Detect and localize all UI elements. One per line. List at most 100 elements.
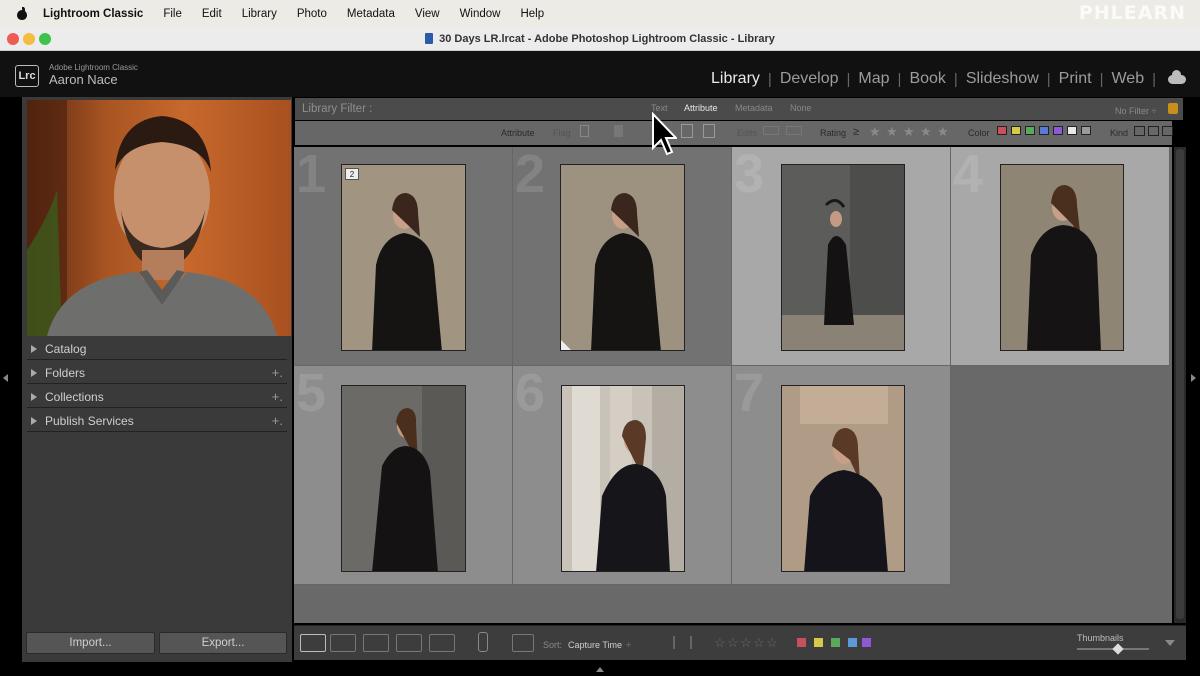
label-purple-swatch[interactable] (862, 638, 871, 647)
rotate-left-icon[interactable] (681, 124, 693, 138)
loupe-view-icon[interactable] (330, 634, 356, 652)
kind-video-icon[interactable] (1162, 126, 1173, 136)
photo-thumbnail[interactable] (781, 385, 905, 572)
toolbar-star-1-icon[interactable]: ☆ (714, 635, 726, 651)
people-view-icon[interactable] (429, 634, 455, 652)
filter-tab-none[interactable]: None (790, 103, 812, 113)
menu-view[interactable]: View (415, 8, 440, 20)
compare-view-icon[interactable] (363, 634, 389, 652)
filter-preset-select[interactable]: No Filter ÷ (1115, 106, 1156, 116)
grid-cell[interactable]: 7 (732, 363, 951, 585)
photo-thumbnail[interactable] (560, 164, 685, 351)
kind-virtual-copy-icon[interactable] (1148, 126, 1159, 136)
module-library[interactable]: Library (703, 70, 768, 88)
right-panel-toggle-icon[interactable] (1191, 374, 1196, 382)
lock-icon[interactable] (1168, 103, 1178, 114)
color-custom-swatch[interactable] (1067, 126, 1077, 135)
color-purple-swatch[interactable] (1053, 126, 1063, 135)
zoom-window-button[interactable] (39, 33, 51, 45)
photo-thumbnail[interactable] (561, 385, 685, 572)
photo-thumbnail[interactable]: 2 (341, 164, 466, 351)
label-blue-swatch[interactable] (848, 638, 857, 647)
flag-reject-icon[interactable] (690, 636, 700, 649)
color-red-swatch[interactable] (997, 126, 1007, 135)
cloud-icon[interactable] (1168, 70, 1186, 84)
add-folder-icon[interactable]: +. (272, 365, 283, 380)
grid-cell[interactable]: 3 (732, 144, 951, 366)
flag-unflagged-icon[interactable] (580, 125, 589, 137)
kind-master-icon[interactable] (1134, 126, 1145, 136)
label-green-swatch[interactable] (831, 638, 840, 647)
rating-star-4-icon[interactable]: ★ (920, 124, 932, 140)
toolbar-star-4-icon[interactable]: ☆ (753, 635, 765, 651)
sort-select[interactable]: Capture Time (568, 640, 622, 650)
edited-filter-icon[interactable] (763, 126, 779, 135)
sort-direction-icon[interactable] (512, 634, 534, 652)
filmstrip-toggle-icon[interactable] (596, 667, 604, 672)
unedited-filter-icon[interactable] (786, 126, 802, 135)
rating-star-3-icon[interactable]: ★ (903, 124, 915, 140)
rating-star-1-icon[interactable]: ★ (869, 124, 881, 140)
grid-cell[interactable]: 6 (513, 363, 732, 585)
minimize-window-button[interactable] (23, 33, 35, 45)
toolbar-star-3-icon[interactable]: ☆ (740, 635, 752, 651)
grid-cell[interactable]: 5 (294, 363, 513, 585)
survey-view-icon[interactable] (396, 634, 422, 652)
label-red-swatch[interactable] (797, 638, 806, 647)
rating-star-5-icon[interactable]: ★ (937, 124, 949, 140)
rating-star-2-icon[interactable]: ★ (886, 124, 898, 140)
filter-tab-metadata[interactable]: Metadata (735, 103, 773, 113)
toolbar-star-5-icon[interactable]: ☆ (766, 635, 778, 651)
stack-count-badge[interactable]: 2 (345, 168, 359, 180)
painter-spray-icon[interactable] (478, 632, 488, 652)
color-yellow-swatch[interactable] (1011, 126, 1021, 135)
photo-thumbnail[interactable] (781, 164, 905, 351)
menu-app-name[interactable]: Lightroom Classic (43, 8, 143, 20)
module-slideshow[interactable]: Slideshow (958, 70, 1047, 88)
close-window-button[interactable] (7, 33, 19, 45)
catalog-section[interactable]: Catalog (27, 338, 287, 360)
menu-file[interactable]: File (163, 8, 182, 20)
module-web[interactable]: Web (1103, 70, 1152, 88)
module-book[interactable]: Book (901, 70, 953, 88)
menu-library[interactable]: Library (242, 8, 277, 20)
collections-section[interactable]: Collections +. (27, 386, 287, 408)
import-button[interactable]: Import... (26, 632, 155, 654)
grid-cell[interactable]: 1 2 (294, 144, 513, 366)
toolbar-menu-chevron-icon[interactable] (1165, 640, 1175, 646)
menu-window[interactable]: Window (460, 8, 501, 20)
module-map[interactable]: Map (850, 70, 897, 88)
grid-cell[interactable]: 2 (513, 144, 732, 366)
flag-pick-icon[interactable] (673, 636, 683, 649)
grid-cell[interactable]: 4 (951, 144, 1170, 366)
apple-icon[interactable] (16, 6, 28, 21)
grid-view-icon[interactable] (300, 634, 326, 652)
module-print[interactable]: Print (1051, 70, 1100, 88)
filter-tab-attribute[interactable]: Attribute (684, 103, 718, 113)
edits-label: Edits (737, 128, 758, 138)
rating-operator[interactable]: ≥ (853, 126, 859, 138)
toolbar-star-2-icon[interactable]: ☆ (727, 635, 739, 651)
menu-edit[interactable]: Edit (202, 8, 222, 20)
color-green-swatch[interactable] (1025, 126, 1035, 135)
color-blue-swatch[interactable] (1039, 126, 1049, 135)
thumbnails-size-label: Thumbnails (1077, 633, 1124, 643)
photo-thumbnail[interactable] (341, 385, 466, 572)
menu-metadata[interactable]: Metadata (347, 8, 395, 20)
folders-section[interactable]: Folders +. (27, 362, 287, 384)
sort-arrows-icon[interactable]: ÷ (626, 640, 631, 650)
publish-services-section[interactable]: Publish Services +. (27, 410, 287, 432)
flag-rejected-icon[interactable] (614, 125, 623, 137)
export-button[interactable]: Export... (159, 632, 287, 654)
module-develop[interactable]: Develop (772, 70, 847, 88)
left-panel-toggle-icon[interactable] (3, 374, 8, 382)
add-publish-service-icon[interactable]: +. (272, 413, 283, 428)
menu-help[interactable]: Help (520, 8, 544, 20)
menu-photo[interactable]: Photo (297, 8, 327, 20)
rotate-right-icon[interactable] (703, 124, 715, 138)
label-yellow-swatch[interactable] (814, 638, 823, 647)
add-collection-icon[interactable]: +. (272, 389, 283, 404)
photo-thumbnail[interactable] (1000, 164, 1124, 351)
color-none-swatch[interactable] (1081, 126, 1091, 135)
grid-scrollbar-thumb[interactable] (1176, 149, 1184, 619)
